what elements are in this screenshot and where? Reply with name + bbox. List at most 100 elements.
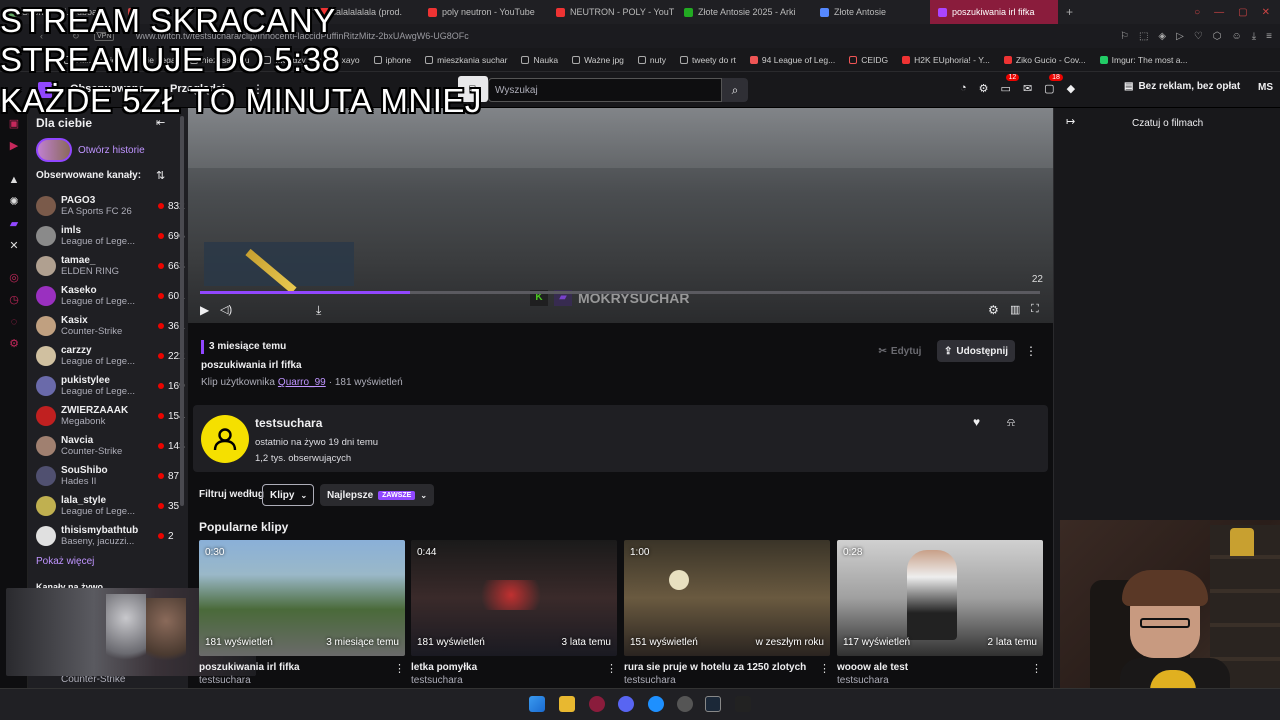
share-button[interactable]: ⇪ Udostępnij: [937, 340, 1015, 362]
activity-icon[interactable]: ◔: [960, 82, 967, 95]
bookmark-item[interactable]: mieszkania suchar: [425, 55, 507, 65]
close-icon[interactable]: ✕: [1262, 7, 1270, 18]
youtube-app-icon[interactable]: ▶: [8, 140, 20, 152]
browser-tab[interactable]: poly neutron - YouTube: [420, 0, 548, 24]
sidebar-scrollbar[interactable]: [180, 116, 184, 506]
theatre-mode-icon[interactable]: ▥: [1010, 303, 1020, 316]
twitch-app-icon[interactable]: ▰: [8, 218, 20, 230]
search-input[interactable]: Wyszukaj: [488, 78, 722, 102]
notify-bell-icon[interactable]: ⍾: [1007, 415, 1015, 430]
mail-icon[interactable]: ✉: [1023, 82, 1032, 95]
expand-chat-icon[interactable]: ↦: [1066, 115, 1075, 128]
clip-more-icon[interactable]: ⋮: [1025, 344, 1037, 358]
clip-title[interactable]: poszukiwania irl fifka: [199, 662, 389, 673]
extensions-icon[interactable]: ⬡: [1213, 31, 1222, 42]
clip-type-dropdown[interactable]: Klipy ⌄: [262, 484, 314, 506]
inbox-icon[interactable]: ▭ 12: [1001, 74, 1020, 95]
sidebar-channel[interactable]: Navcia Counter-Strike 143: [36, 432, 186, 460]
clip-more-icon[interactable]: ⋮: [1031, 662, 1042, 675]
bookmark-item[interactable]: Ważne jpg: [572, 55, 624, 65]
messenger-icon[interactable]: ◌: [8, 316, 20, 328]
channel-avatar[interactable]: [201, 415, 249, 463]
windows-start-icon[interactable]: [529, 696, 545, 712]
minimize-icon[interactable]: —: [1214, 7, 1224, 18]
download-icon[interactable]: ⤓: [1252, 31, 1256, 42]
x-app-icon[interactable]: ✕: [8, 240, 20, 252]
browser-tab[interactable]: Złote Antosie: [812, 0, 922, 24]
bookmark-item[interactable]: iphone: [373, 55, 411, 65]
clip-author-link[interactable]: Quarro_99: [278, 377, 326, 388]
clip-card[interactable]: 0:44 181 wyświetleń 3 lata temu: [411, 540, 617, 656]
prime-icon[interactable]: ⚙: [979, 82, 989, 95]
bookmark-item[interactable]: 94 League of Leg...: [749, 55, 835, 65]
sidebar-channel[interactable]: carzzy League of Lege... 222: [36, 342, 186, 370]
stories-button[interactable]: Otwórz historie: [36, 138, 145, 162]
edit-button[interactable]: ✂ Edytuj: [870, 340, 930, 362]
notifications-icon[interactable]: ▢ 18: [1044, 74, 1063, 95]
bookmark-icon[interactable]: ⚐: [1120, 31, 1129, 42]
download-icon[interactable]: ⤓: [316, 303, 321, 318]
follow-heart-icon[interactable]: ♥: [973, 415, 980, 429]
clip-title[interactable]: letka pomyłka: [411, 662, 477, 673]
sidebar-channel[interactable]: tamae_ ELDEN RING 663: [36, 252, 186, 280]
sort-dropdown[interactable]: Najlepsze ZAWSZE ⌄: [320, 484, 434, 506]
mail-app-icon[interactable]: ▣: [8, 118, 20, 130]
play-icon[interactable]: ▷: [1176, 31, 1184, 42]
clip-more-icon[interactable]: ⋮: [606, 662, 617, 675]
clip-author[interactable]: testsuchara: [837, 675, 889, 686]
bookmark-item[interactable]: Imgur: The most a...: [1099, 55, 1188, 65]
sidebar-channel[interactable]: lala_style League of Lege... 35: [36, 492, 186, 520]
chatgpt-icon[interactable]: ✺: [8, 196, 20, 208]
history-icon[interactable]: ◎: [8, 272, 20, 284]
search-button[interactable]: ⌕: [722, 78, 748, 102]
clip-author[interactable]: testsuchara: [411, 675, 463, 686]
steam-icon[interactable]: [705, 696, 721, 712]
messenger-icon[interactable]: [648, 696, 664, 712]
obs-icon[interactable]: [677, 696, 693, 712]
sort-icon[interactable]: ⇅: [156, 169, 165, 182]
arc-app-icon[interactable]: ▲: [8, 174, 20, 186]
screenshot-icon[interactable]: ⬚: [1139, 31, 1148, 42]
progress-bar[interactable]: [200, 291, 1040, 294]
sidebar-channel[interactable]: pukistylee League of Lege... 169: [36, 372, 186, 400]
sidebar-channel[interactable]: Kaseko League of Lege... 601: [36, 282, 186, 310]
new-tab-button[interactable]: +: [1058, 0, 1082, 24]
show-more-link[interactable]: Pokaż więcej: [36, 556, 94, 567]
bookmark-item[interactable]: Ziko Gucio - Cov...: [1003, 55, 1086, 65]
heart-icon[interactable]: ♡: [1194, 31, 1203, 42]
browser-tab-active[interactable]: poszukiwania irl fifka: [930, 0, 1058, 24]
bookmark-item[interactable]: tweety do rt: [679, 55, 736, 65]
opera-browser-icon[interactable]: [589, 696, 605, 712]
account-icon[interactable]: ☺: [1232, 31, 1242, 42]
bits-icon[interactable]: ◆: [1067, 82, 1075, 95]
clip-card[interactable]: 1:00 151 wyświetleń w zeszłym roku: [624, 540, 830, 656]
clip-more-icon[interactable]: ⋮: [819, 662, 830, 675]
bookmark-item[interactable]: CEIDG: [849, 55, 888, 65]
bookmark-item[interactable]: H2K EUphoria! - Y...: [902, 55, 990, 65]
clip-card[interactable]: 0:28 117 wyświetleń 2 lata temu: [837, 540, 1043, 656]
clock-icon[interactable]: ◷: [8, 294, 20, 306]
discord-icon[interactable]: [618, 696, 634, 712]
sidebar-channel[interactable]: imls League of Lege... 696: [36, 222, 186, 250]
settings-icon[interactable]: ⚙: [8, 338, 20, 350]
clip-title[interactable]: rura sie pruje w hotelu za 1250 zlotych: [624, 662, 806, 673]
play-icon[interactable]: ▶: [200, 303, 209, 317]
channel-name[interactable]: testsuchara: [255, 416, 322, 430]
clip-author[interactable]: testsuchara: [199, 675, 251, 686]
bookmark-item[interactable]: nuty: [637, 55, 666, 65]
sidebar-channel[interactable]: PAGO3 EA Sports FC 26 832: [36, 192, 186, 220]
ad-free-button[interactable]: ▤ Bez reklam, bez opłat: [1124, 81, 1240, 92]
browser-tab[interactable]: NEUTRON - POLY - YouT: [548, 0, 676, 24]
file-explorer-icon[interactable]: [559, 696, 575, 712]
clip-author[interactable]: testsuchara: [624, 675, 676, 686]
shield-icon[interactable]: ◈: [1158, 31, 1166, 42]
browser-tab[interactable]: Złote Antosie 2025 - Arki: [676, 0, 812, 24]
clip-title[interactable]: wooow ale test: [837, 662, 908, 673]
settings-icon[interactable]: ⚙: [988, 303, 999, 317]
app-icon[interactable]: [735, 696, 751, 712]
maximize-icon[interactable]: ▢: [1238, 7, 1247, 18]
volume-icon[interactable]: ◁): [220, 303, 232, 316]
search-tabs-icon[interactable]: ○: [1194, 7, 1200, 18]
user-avatar[interactable]: MS: [1258, 82, 1273, 93]
video-player[interactable]: 22 K ▰ MOKRYSUCHAR ▶ ◁) ⤓ ⚙ ▥ ⛶: [188, 108, 1053, 323]
